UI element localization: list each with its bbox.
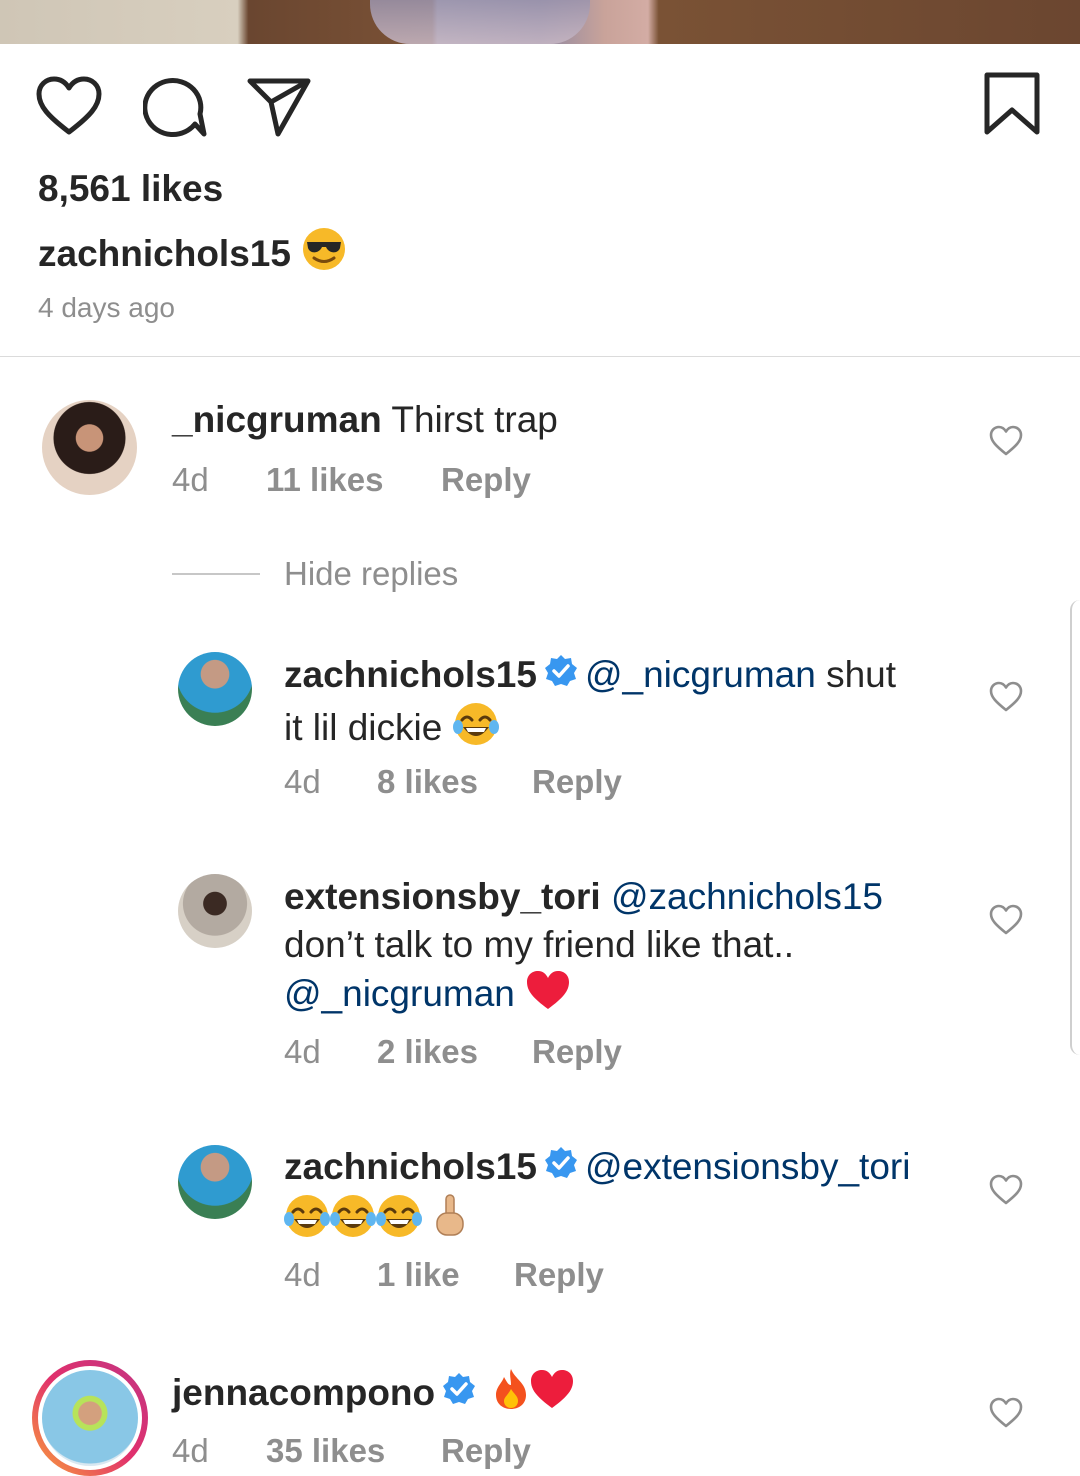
story-ring-avatar[interactable]	[32, 1360, 148, 1476]
speech-bubble-icon[interactable]	[143, 76, 207, 138]
comment-username[interactable]: zachnichols15	[284, 1146, 537, 1187]
comment-meta: 4d 11 likes Reply	[172, 461, 531, 499]
comment-text: extensionsby_tori @zachnichols15 don’t t…	[284, 873, 964, 1023]
comment-time: 4d	[172, 461, 209, 498]
post-photo-bottom-edge[interactable]	[0, 0, 1080, 44]
comment-body: Thirst trap	[391, 399, 558, 440]
like-comment-heart-icon[interactable]	[989, 904, 1023, 941]
mention-link[interactable]: @zachnichols15	[611, 876, 883, 917]
comment-likes[interactable]: 1 like	[377, 1256, 514, 1294]
comment-username[interactable]: extensionsby_tori	[284, 876, 601, 917]
face-with-tears-of-joy-icon	[284, 1193, 330, 1251]
red-heart-icon	[529, 1368, 575, 1422]
comment-text: jennacompono	[172, 1367, 575, 1423]
paper-plane-icon[interactable]	[247, 76, 311, 138]
reply-button[interactable]: Reply	[532, 1033, 622, 1071]
face-with-tears-of-joy-icon	[376, 1193, 422, 1251]
verified-badge-icon	[543, 1145, 579, 1193]
scrollbar[interactable]	[1070, 600, 1080, 1055]
comment-likes[interactable]: 11 likes	[266, 461, 441, 499]
comment-body: shut	[815, 654, 897, 695]
post-caption: zachnichols15	[38, 226, 347, 281]
hide-replies-toggle[interactable]: Hide replies	[172, 555, 458, 593]
photo-detail	[370, 0, 590, 44]
comment-body: don’t talk to my friend like that..	[284, 924, 795, 965]
avatar[interactable]	[178, 652, 252, 726]
like-comment-heart-icon[interactable]	[989, 681, 1023, 718]
like-comment-heart-icon[interactable]	[989, 1397, 1023, 1434]
mention-link[interactable]: @_nicgruman	[284, 973, 515, 1014]
comment-username[interactable]: _nicgruman	[172, 399, 382, 440]
mention-link[interactable]: @extensionsby_tori	[585, 1146, 911, 1187]
comment-time: 4d	[172, 1432, 209, 1469]
reply-button[interactable]: Reply	[441, 461, 531, 499]
comment-text: zachnichols15 @extensionsby_tori	[284, 1143, 974, 1251]
like-comment-heart-icon[interactable]	[989, 425, 1023, 462]
comment-likes[interactable]: 2 likes	[377, 1033, 532, 1071]
fire-icon	[493, 1367, 529, 1423]
post-action-bar	[0, 70, 1080, 140]
bookmark-icon[interactable]	[984, 72, 1040, 136]
comment-text: zachnichols15 @_nicgruman shut it lil dic…	[284, 651, 954, 759]
comment-time: 4d	[284, 763, 321, 800]
face-with-tears-of-joy-icon	[452, 701, 499, 759]
comment-meta: 4d 2 likes Reply	[284, 1033, 622, 1071]
comment-likes[interactable]: 8 likes	[377, 763, 532, 801]
like-comment-heart-icon[interactable]	[989, 1174, 1023, 1211]
heart-outline-icon[interactable]	[36, 76, 102, 136]
verified-badge-icon	[441, 1371, 477, 1419]
comment-body-line2: it lil dickie	[284, 707, 443, 748]
comment-meta: 4d 8 likes Reply	[284, 763, 622, 801]
post-timestamp: 4 days ago	[38, 292, 175, 323]
comment-meta: 4d 35 likes Reply	[172, 1432, 531, 1470]
caption-username[interactable]: zachnichols15	[38, 233, 291, 275]
comment-username[interactable]: jennacompono	[172, 1372, 435, 1413]
middle-finger-icon	[432, 1193, 468, 1251]
reply-button[interactable]: Reply	[441, 1432, 531, 1470]
divider	[0, 356, 1080, 357]
face-with-tears-of-joy-icon	[330, 1193, 376, 1251]
comment-meta: 4d 1 like Reply	[284, 1256, 604, 1294]
avatar[interactable]	[178, 874, 252, 948]
reply-button[interactable]: Reply	[532, 763, 622, 801]
verified-badge-icon	[543, 653, 579, 701]
comment-time: 4d	[284, 1256, 321, 1293]
comment-time: 4d	[284, 1033, 321, 1070]
smiling-face-with-sunglasses-icon	[301, 226, 347, 281]
comment-text: _nicgruman Thirst trap	[172, 396, 558, 444]
avatar[interactable]	[178, 1145, 252, 1219]
reply-button[interactable]: Reply	[514, 1256, 604, 1294]
comment-likes[interactable]: 35 likes	[266, 1432, 441, 1470]
hide-replies-label[interactable]: Hide replies	[284, 555, 458, 593]
avatar	[42, 1370, 138, 1466]
hide-replies-line	[172, 573, 260, 575]
comment-username[interactable]: zachnichols15	[284, 654, 537, 695]
red-heart-icon	[525, 969, 571, 1023]
avatar[interactable]	[42, 400, 137, 495]
mention-link[interactable]: @_nicgruman	[585, 654, 816, 695]
post-likes-count[interactable]: 8,561 likes	[38, 168, 223, 210]
